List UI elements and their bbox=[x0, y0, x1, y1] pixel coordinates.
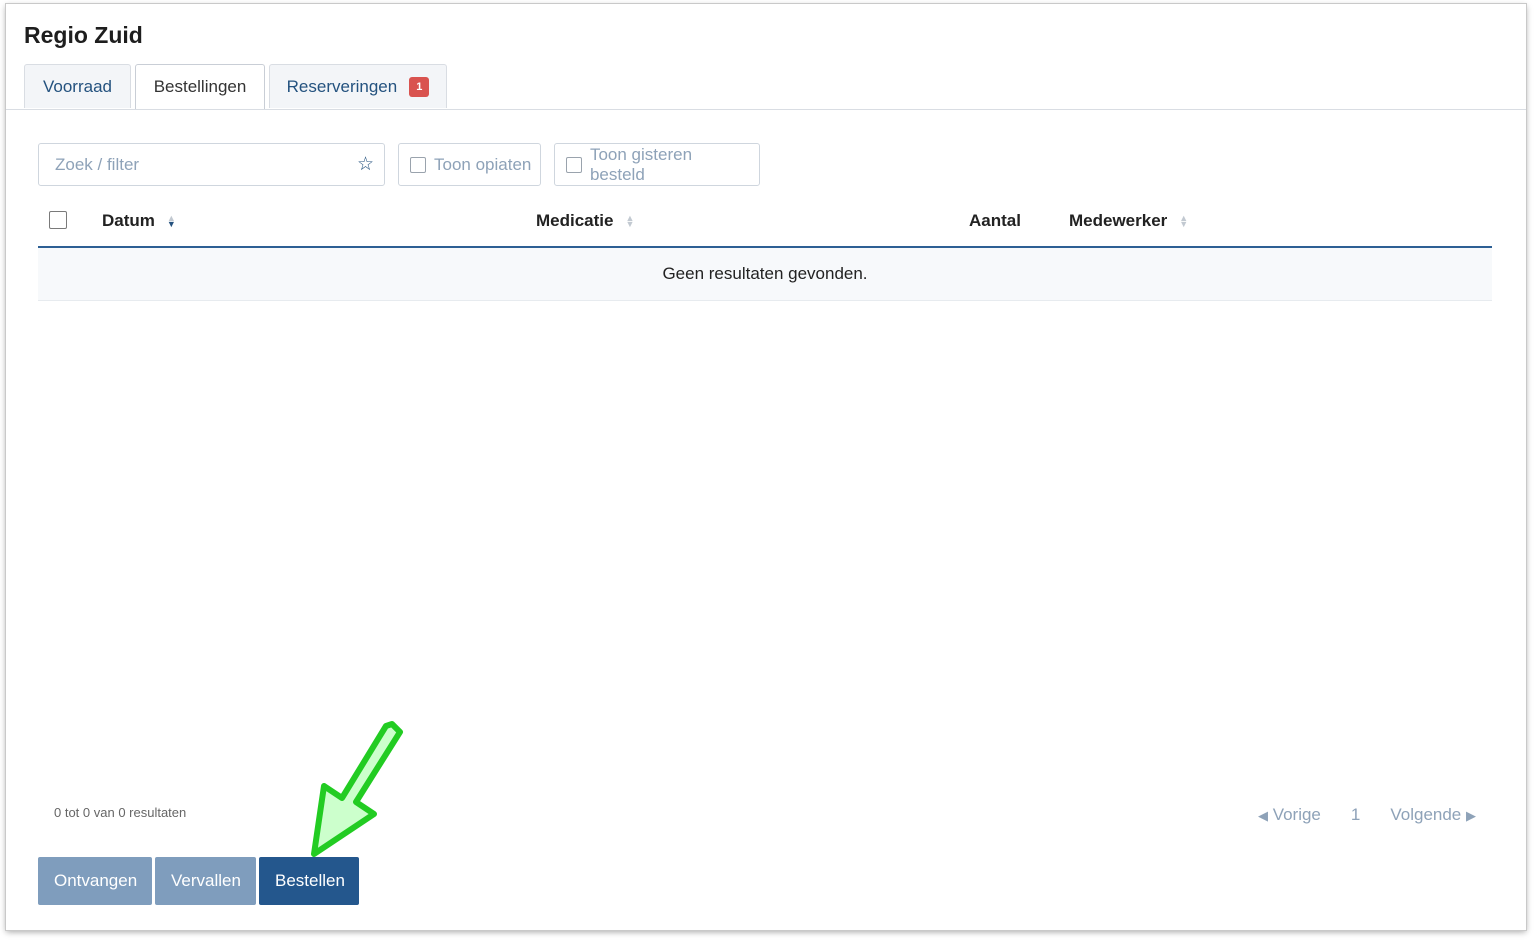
column-label-aantal: Aantal bbox=[969, 211, 1021, 230]
select-all-checkbox[interactable] bbox=[49, 211, 67, 229]
toggle-show-ordered-yesterday[interactable]: Toon gisteren besteld bbox=[554, 143, 760, 186]
tab-divider bbox=[6, 109, 1526, 110]
app-window: Regio Zuid Voorraad Bestellingen Reserve… bbox=[6, 4, 1526, 930]
receive-button[interactable]: Ontvangen bbox=[38, 857, 152, 905]
column-header-datum[interactable]: Datum ▲ ▼ bbox=[102, 211, 176, 231]
toggle-show-opiates[interactable]: Toon opiaten bbox=[398, 143, 541, 186]
next-label: Volgende bbox=[1390, 805, 1462, 824]
sort-icon: ▲ ▼ bbox=[1179, 213, 1189, 229]
page-number[interactable]: 1 bbox=[1351, 805, 1360, 825]
reserveringen-count-badge: 1 bbox=[409, 76, 430, 97]
previous-page-button[interactable]: ◀ Vorige bbox=[1258, 805, 1321, 825]
tab-reserveringen[interactable]: Reserveringen 1 bbox=[269, 64, 447, 108]
search-box: ☆ bbox=[38, 143, 385, 186]
column-header-medewerker[interactable]: Medewerker ▲ ▼ bbox=[1069, 211, 1188, 231]
caret-right-icon: ▶ bbox=[1466, 808, 1476, 823]
tab-reserveringen-label: Reserveringen bbox=[286, 76, 398, 96]
sort-icon: ▲ ▼ bbox=[166, 213, 176, 229]
previous-label: Vorige bbox=[1272, 805, 1321, 824]
show-opiates-label: Toon opiaten bbox=[434, 154, 532, 174]
pagination: ◀ Vorige 1 Volgende ▶ bbox=[1258, 805, 1476, 825]
action-bar: Ontvangen Vervallen Bestellen bbox=[38, 857, 362, 905]
results-info: 0 tot 0 van 0 resultaten bbox=[54, 805, 187, 820]
expire-button[interactable]: Vervallen bbox=[155, 857, 256, 905]
sort-icon: ▲ ▼ bbox=[625, 213, 635, 229]
column-header-medicatie[interactable]: Medicatie ▲ ▼ bbox=[536, 211, 634, 231]
checkbox-show-opiates[interactable] bbox=[410, 156, 426, 173]
column-label-medewerker: Medewerker bbox=[1069, 211, 1168, 230]
caret-left-icon: ◀ bbox=[1257, 808, 1268, 823]
tab-bestellingen[interactable]: Bestellingen bbox=[135, 64, 265, 109]
star-icon[interactable]: ☆ bbox=[357, 153, 374, 176]
column-header-aantal: Aantal bbox=[969, 211, 1021, 231]
search-input[interactable] bbox=[53, 153, 357, 176]
column-label-datum: Datum bbox=[102, 211, 155, 230]
table-header: Datum ▲ ▼ Medicatie ▲ ▼ Aantal Medewerker … bbox=[38, 200, 1492, 248]
column-label-medicatie: Medicatie bbox=[536, 211, 614, 230]
page-title: Regio Zuid bbox=[24, 22, 143, 48]
empty-table-message: Geen resultaten gevonden. bbox=[38, 248, 1492, 301]
order-button[interactable]: Bestellen bbox=[259, 857, 359, 905]
show-ordered-yesterday-label: Toon gisteren besteld bbox=[589, 144, 693, 184]
tab-voorraad[interactable]: Voorraad bbox=[24, 64, 131, 108]
checkbox-show-ordered-yesterday[interactable] bbox=[566, 156, 582, 173]
next-page-button[interactable]: Volgende ▶ bbox=[1390, 805, 1476, 825]
annotation-arrow-icon bbox=[311, 721, 403, 857]
